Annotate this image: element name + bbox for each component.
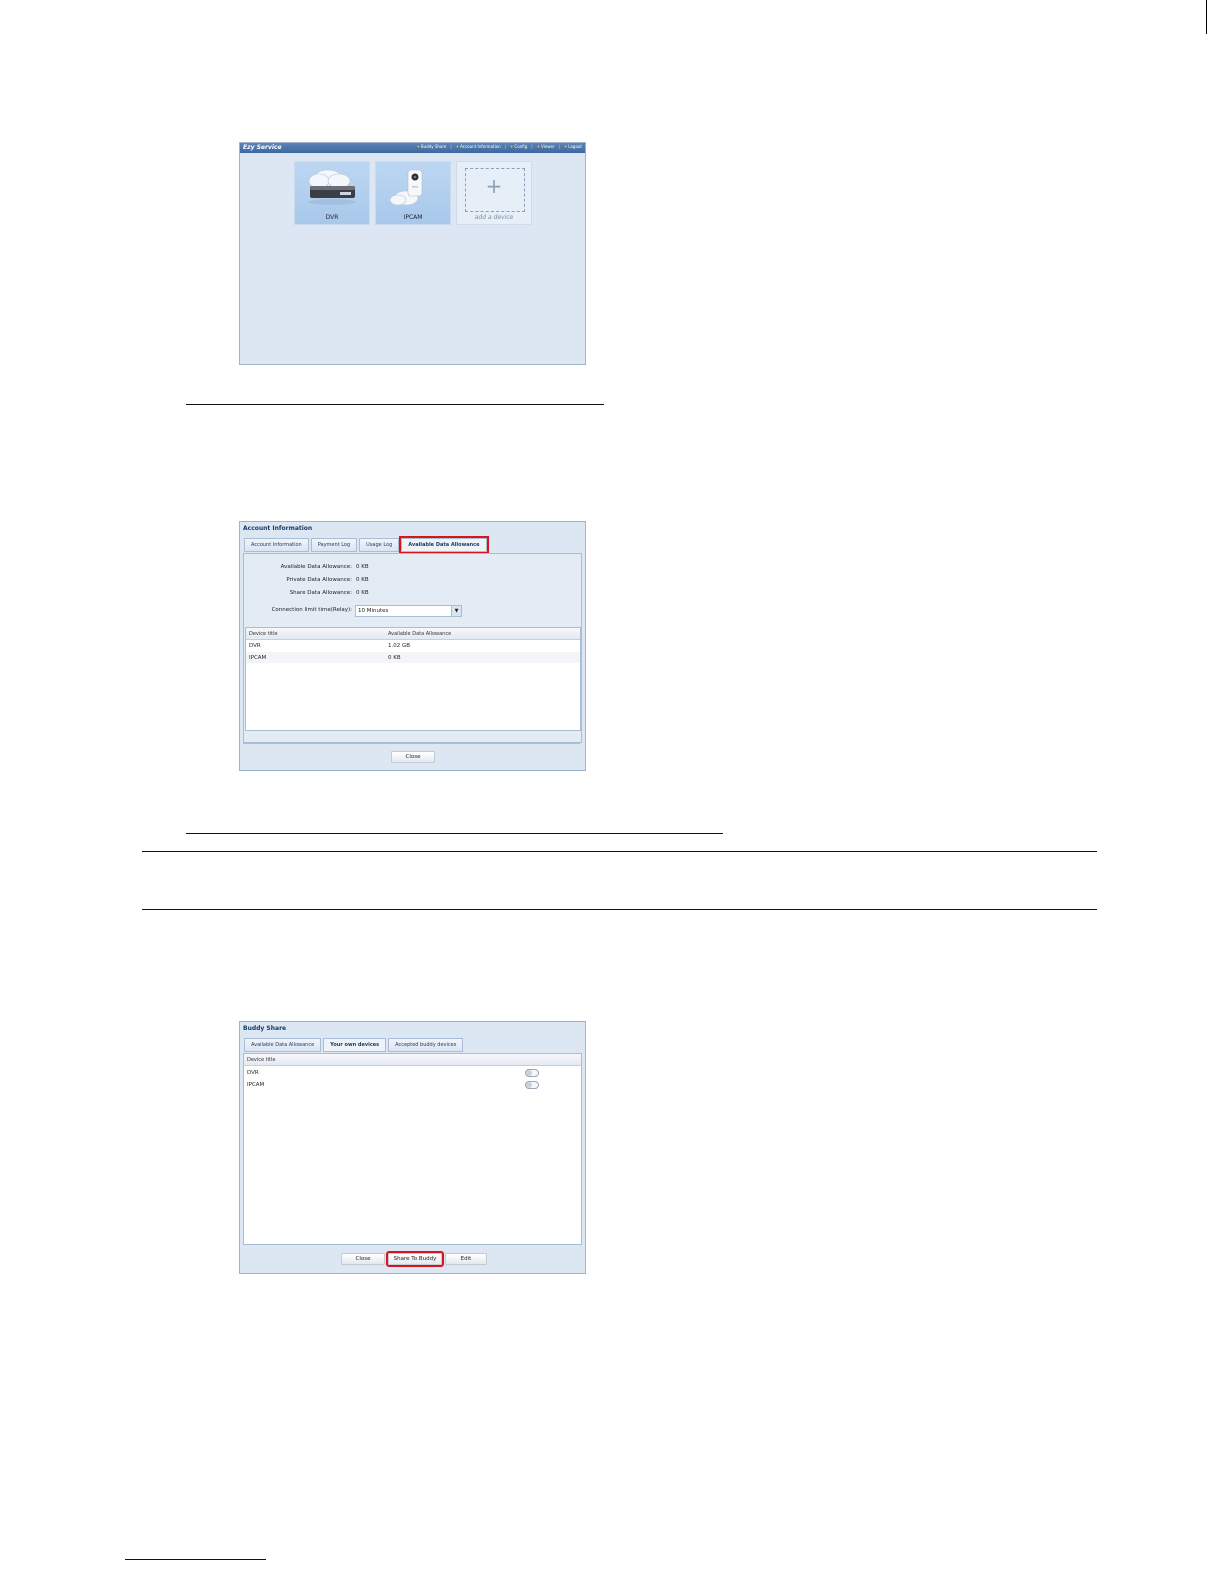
share-toggle[interactable]: [525, 1081, 539, 1089]
dvr-cloud-icon: [308, 169, 356, 205]
underline-rule-1: [186, 404, 604, 405]
device-allowance-table: Device title Available Data Allowance DV…: [245, 627, 581, 731]
app-title: Ezy Service: [243, 144, 282, 151]
device-tile-label: DVR: [325, 214, 339, 221]
tab-account-information[interactable]: Account Information: [244, 538, 309, 552]
table-header: Device title Available Data Allowance: [246, 628, 580, 640]
chevron-down-icon[interactable]: ▼: [451, 606, 461, 616]
tab-available-data-allowance[interactable]: Available Data Allowance: [244, 1038, 322, 1052]
tab-accepted-buddy-devices[interactable]: Accepted buddy devices: [388, 1038, 464, 1052]
tab-payment-log[interactable]: Payment Log: [310, 538, 358, 552]
account-tabs: Account Information Payment Log Usage Lo…: [244, 536, 489, 554]
top-nav: ✦Buddy Share | ✦Account Information | ✦C…: [416, 144, 582, 149]
ipcam-cloud-icon: [389, 169, 423, 206]
dialog-title: Account Information: [243, 525, 313, 532]
buddy-share-screenshot: Buddy Share Available Data Allowance You…: [239, 1021, 586, 1274]
add-device-label: add a device: [474, 214, 514, 221]
connection-limit-select[interactable]: 10 Minutes ▼: [355, 605, 462, 617]
add-device-tile[interactable]: + add a device: [456, 161, 532, 225]
column-device-title: Device title: [247, 1057, 276, 1063]
share-toggle[interactable]: [525, 1069, 539, 1077]
column-available-data-allowance: Available Data Allowance: [388, 631, 452, 637]
device-tile-label: IPCAM: [403, 214, 423, 221]
available-data-allowance-field: Available Data Allowance: 0 KB: [280, 564, 369, 570]
tab-your-own-devices[interactable]: Your own devices: [323, 1038, 387, 1052]
footnote-rule: [125, 1559, 266, 1560]
column-device-title: Device title: [249, 631, 278, 637]
note-box-bottom-rule: [142, 909, 1097, 910]
nav-separator: |: [504, 144, 507, 149]
buddy-tabs: Available Data Allowance Your own device…: [244, 1038, 464, 1052]
nav-account-information[interactable]: ✦Account Information: [456, 144, 501, 149]
nav-logout[interactable]: ✦Logout: [564, 144, 582, 149]
edit-button[interactable]: Edit: [445, 1253, 487, 1265]
logout-icon: ✦: [563, 144, 568, 149]
dialog-title: Buddy Share: [243, 1025, 287, 1032]
own-devices-table: Device title DVR IPCAM: [243, 1053, 582, 1245]
dialog-footer: Close: [243, 743, 580, 768]
nav-viewer[interactable]: ✦Viewer: [537, 144, 555, 149]
note-box-top-rule: [142, 851, 1097, 852]
page-edge-line: [1206, 0, 1207, 34]
nav-separator: |: [450, 144, 452, 149]
config-icon: ✦: [510, 144, 514, 149]
table-row[interactable]: DVR: [244, 1067, 581, 1078]
account-information-screenshot: Account Information Account Information …: [239, 521, 586, 771]
dialog-footer: Close Share To Buddy Edit: [243, 1244, 580, 1271]
nav-separator: |: [531, 144, 533, 149]
share-data-allowance-field: Share Data Allowance: 0 KB: [289, 590, 369, 596]
ezy-service-titlebar: Ezy Service ✦Buddy Share | ✦Account Info…: [240, 143, 585, 153]
underline-rule-2: [186, 833, 723, 834]
connection-limit-label: Connection limit time(Relay):: [271, 607, 352, 613]
close-button[interactable]: Close: [341, 1253, 385, 1265]
account-icon: ✦: [455, 144, 460, 149]
viewer-icon: ✦: [536, 144, 540, 149]
nav-separator: |: [558, 144, 560, 149]
plus-icon: +: [485, 174, 503, 198]
device-tile-ipcam[interactable]: IPCAM: [375, 161, 451, 225]
device-tile-dvr[interactable]: DVR: [294, 161, 370, 225]
nav-buddy-share[interactable]: ✦Buddy Share: [416, 144, 446, 149]
table-row[interactable]: IPCAM 0 KB: [246, 652, 580, 663]
buddy-icon: ✦: [416, 144, 420, 149]
account-panel: Available Data Allowance: 0 KB Private Da…: [243, 553, 582, 743]
table-header: Device title: [244, 1054, 581, 1066]
tab-usage-log[interactable]: Usage Log: [359, 538, 400, 552]
nav-config[interactable]: ✦Config: [510, 144, 527, 149]
close-button[interactable]: Close: [391, 751, 435, 763]
table-row[interactable]: DVR 1.02 GB: [246, 640, 580, 651]
ezy-service-screenshot: Ezy Service ✦Buddy Share | ✦Account Info…: [239, 142, 586, 365]
private-data-allowance-field: Private Data Allowance: 0 KB: [286, 577, 369, 583]
table-row[interactable]: IPCAM: [244, 1079, 581, 1090]
tab-available-data-allowance[interactable]: Available Data Allowance: [399, 536, 489, 554]
share-to-buddy-button[interactable]: Share To Buddy: [386, 1251, 444, 1267]
